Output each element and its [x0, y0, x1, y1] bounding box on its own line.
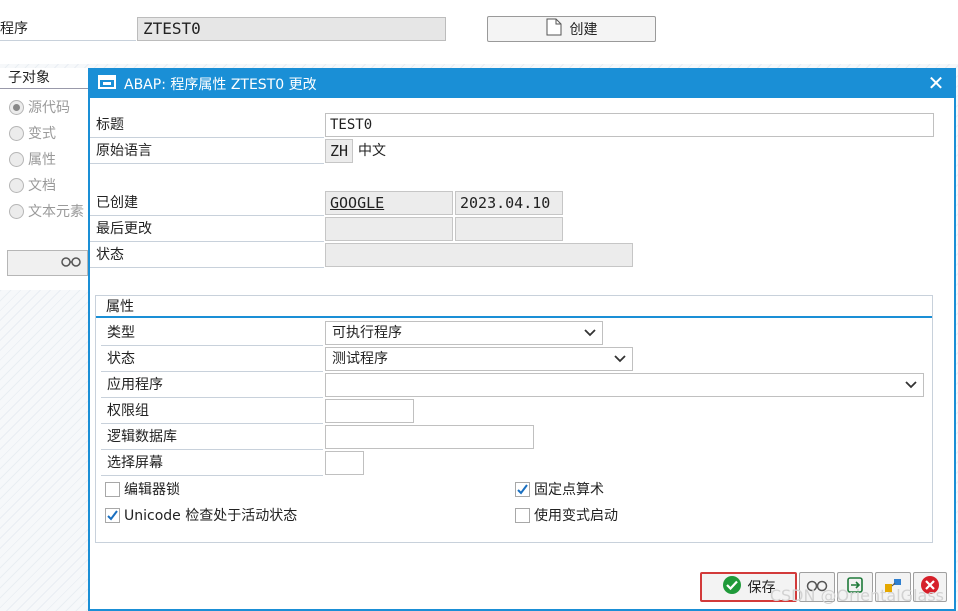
logical-database-label: 逻辑数据库 [107, 429, 177, 445]
status-field [325, 243, 633, 267]
selection-screen-input[interactable] [325, 451, 364, 475]
type-label: 类型 [107, 325, 135, 341]
radio-icon [9, 151, 24, 167]
label-underline [90, 241, 324, 242]
checkbox-unchecked-icon [105, 481, 120, 497]
label-underline [101, 397, 323, 398]
application-label: 应用程序 [107, 377, 163, 393]
radio-icon [9, 177, 24, 193]
authorization-group-label: 权限组 [107, 403, 149, 419]
unicode-check-checkbox[interactable]: Unicode 检查处于活动状态 [105, 504, 297, 526]
radio-icon [9, 125, 24, 141]
program-status-label: 状态 [107, 351, 135, 367]
radio-documentation[interactable]: 文档 [9, 175, 56, 195]
label-underline [101, 423, 323, 424]
radio-text-elements[interactable]: 文本元素 [9, 201, 84, 221]
program-input[interactable]: ZTEST0 [137, 17, 446, 41]
radio-icon [9, 203, 24, 219]
checkmark-icon [515, 481, 530, 497]
radio-source-code[interactable]: 源代码 [9, 97, 70, 117]
title-input[interactable]: TEST0 [325, 113, 934, 137]
original-language-code: ZH [325, 139, 353, 163]
label-underline [90, 267, 324, 268]
attributes-group-title: 属性 [96, 296, 932, 318]
program-status-select[interactable]: 测试程序 [325, 347, 633, 371]
logical-database-input[interactable] [325, 425, 534, 449]
chevron-down-icon [905, 381, 917, 389]
abap-window-icon [98, 75, 116, 93]
status-label: 状态 [96, 247, 124, 263]
subobjects-title: 子对象 [0, 68, 88, 89]
label-underline [90, 137, 324, 138]
label-underline [101, 345, 323, 346]
close-icon[interactable]: ✕ [926, 73, 946, 93]
check-circle-icon [722, 575, 742, 599]
start-with-variant-checkbox[interactable]: 使用变式启动 [515, 504, 618, 526]
chevron-down-icon [614, 355, 626, 363]
original-language-name: 中文 [358, 143, 386, 159]
created-label: 已创建 [96, 195, 138, 211]
create-button-label: 创建 [569, 22, 598, 38]
selection-screen-label: 选择屏幕 [107, 455, 163, 471]
program-label: 程序 [0, 21, 28, 37]
last-changed-on [455, 217, 563, 241]
watermark: CSDN @OrientalGlass [769, 586, 944, 605]
dialog-title: ABAP: 程序属性 ZTEST0 更改 [124, 77, 317, 93]
glasses-icon [61, 255, 81, 271]
editor-lock-checkbox[interactable]: 编辑器锁 [105, 478, 180, 500]
created-on-date: 2023.04.10 [455, 191, 563, 215]
application-select[interactable] [325, 373, 924, 397]
label-underline [101, 475, 323, 476]
program-attributes-dialog: ABAP: 程序属性 ZTEST0 更改 ✕ 标题 TEST0 原始语言 ZH … [88, 68, 956, 611]
fixed-point-arithmetic-checkbox[interactable]: 固定点算术 [515, 478, 604, 500]
document-icon [546, 18, 562, 40]
type-select[interactable]: 可执行程序 [325, 321, 603, 345]
radio-selected-icon [9, 99, 24, 115]
last-changed-label: 最后更改 [96, 221, 152, 237]
label-underline [101, 371, 323, 372]
radio-variants[interactable]: 变式 [9, 123, 56, 143]
create-button[interactable]: 创建 [487, 16, 656, 42]
original-language-label: 原始语言 [96, 143, 152, 159]
authorization-group-input[interactable] [325, 399, 414, 423]
checkbox-unchecked-icon [515, 507, 530, 523]
label-underline [0, 40, 136, 41]
dialog-titlebar: ABAP: 程序属性 ZTEST0 更改 [90, 70, 954, 98]
label-underline [101, 449, 323, 450]
label-underline [90, 163, 324, 164]
title-label: 标题 [96, 117, 124, 133]
display-button[interactable] [7, 250, 88, 276]
label-underline [90, 215, 324, 216]
chevron-down-icon [584, 329, 596, 337]
checkmark-icon [105, 507, 120, 523]
radio-attributes[interactable]: 属性 [9, 149, 56, 169]
last-changed-by [325, 217, 453, 241]
created-by-link[interactable]: GOOGLE [325, 191, 453, 215]
